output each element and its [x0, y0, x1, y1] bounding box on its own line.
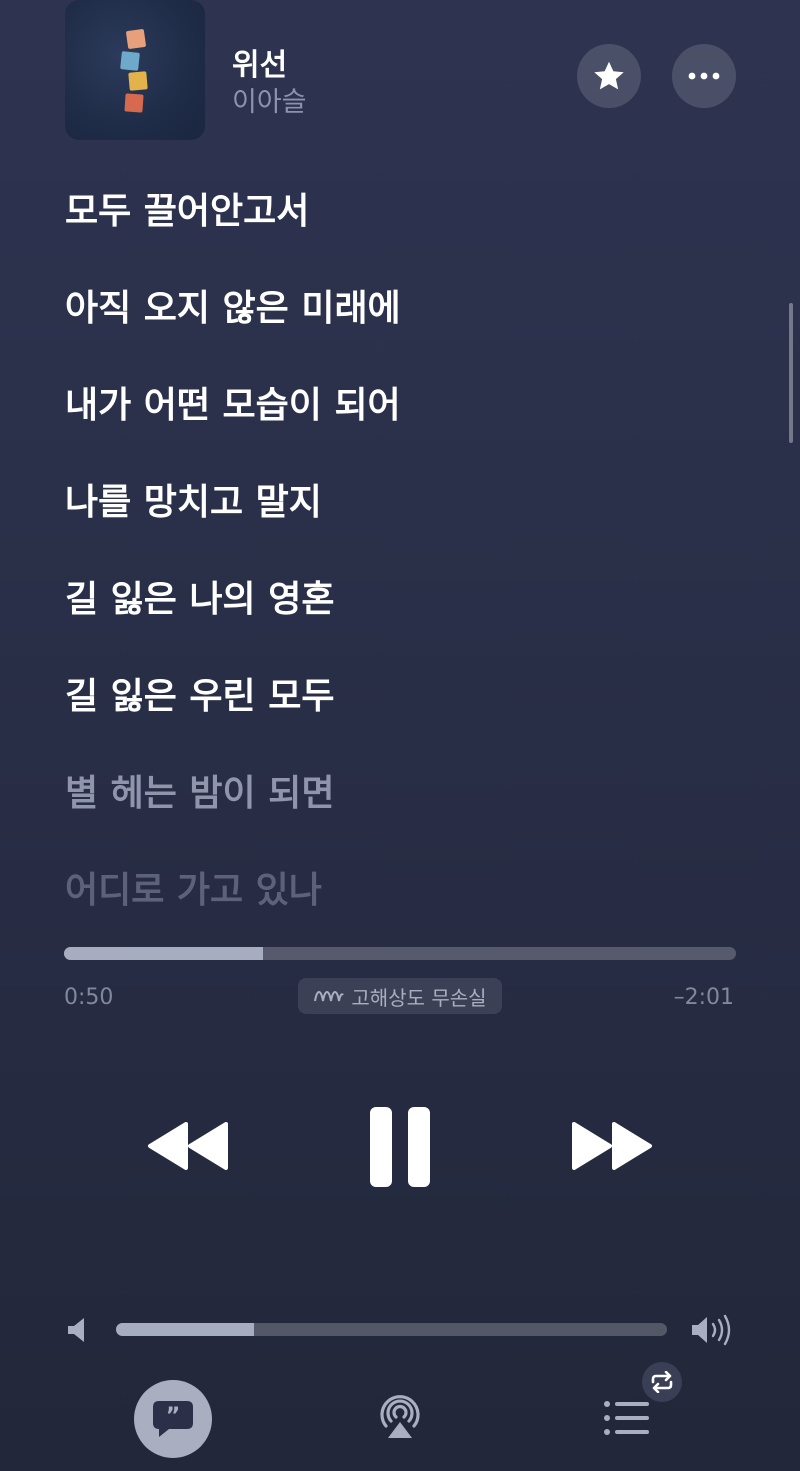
volume-high-icon — [690, 1314, 734, 1346]
artwork-square — [128, 71, 148, 91]
fast-forward-icon — [572, 1122, 652, 1170]
favorite-button[interactable] — [577, 44, 641, 108]
ellipsis-icon — [688, 72, 720, 80]
airplay-icon — [380, 1395, 420, 1438]
lyric-line[interactable]: 내가 어떤 모습이 되어 — [65, 376, 401, 428]
lyric-line[interactable]: 나를 망치고 말지 — [65, 473, 322, 525]
lyrics-quote-icon: ” — [153, 1401, 193, 1437]
lyric-line[interactable]: 어디로 가고 있나 — [65, 861, 322, 913]
repeat-icon — [651, 1371, 673, 1393]
lyric-line[interactable]: 모두 끌어안고서 — [65, 182, 309, 234]
lyric-line[interactable]: 별 헤는 밤이 되면 — [65, 764, 334, 816]
artwork-square — [124, 93, 144, 113]
playback-progress-slider[interactable] — [64, 947, 736, 960]
volume-fill — [116, 1323, 254, 1336]
audio-quality-badge[interactable]: 고해상도 무손실 — [298, 978, 502, 1014]
song-title[interactable]: 위선 — [232, 40, 287, 84]
elapsed-time: 0:50 — [64, 985, 114, 1010]
artwork-square — [120, 51, 140, 71]
artist-name[interactable]: 이아슬 — [232, 80, 307, 119]
svg-text:”: ” — [166, 1404, 180, 1429]
queue-list-icon — [604, 1401, 649, 1435]
queue-button[interactable] — [602, 1398, 652, 1438]
remaining-time: –2:01 — [673, 985, 734, 1010]
scroll-indicator[interactable] — [789, 303, 793, 443]
lyric-line[interactable]: 길 잃은 우린 모두 — [65, 667, 334, 719]
progress-fill — [64, 947, 263, 960]
pause-button[interactable] — [368, 1107, 432, 1187]
audio-quality-label: 고해상도 무손실 — [351, 985, 487, 1010]
volume-low-icon — [66, 1316, 90, 1344]
artwork-square — [125, 28, 147, 50]
album-artwork[interactable] — [65, 0, 205, 140]
hi-res-lossless-icon — [314, 991, 345, 1002]
rewind-button[interactable] — [146, 1120, 230, 1172]
airplay-button[interactable] — [374, 1390, 426, 1442]
lyric-line[interactable]: 길 잃은 나의 영혼 — [65, 570, 334, 622]
repeat-indicator[interactable] — [642, 1362, 682, 1402]
fast-forward-button[interactable] — [570, 1120, 654, 1172]
rewind-icon — [148, 1122, 228, 1170]
lyrics-button[interactable]: ” — [134, 1380, 212, 1458]
more-options-button[interactable] — [672, 44, 736, 108]
pause-icon — [370, 1107, 430, 1187]
volume-slider[interactable] — [116, 1323, 667, 1336]
lyric-line[interactable]: 아직 오지 않은 미래에 — [65, 279, 401, 331]
star-icon — [594, 61, 624, 90]
